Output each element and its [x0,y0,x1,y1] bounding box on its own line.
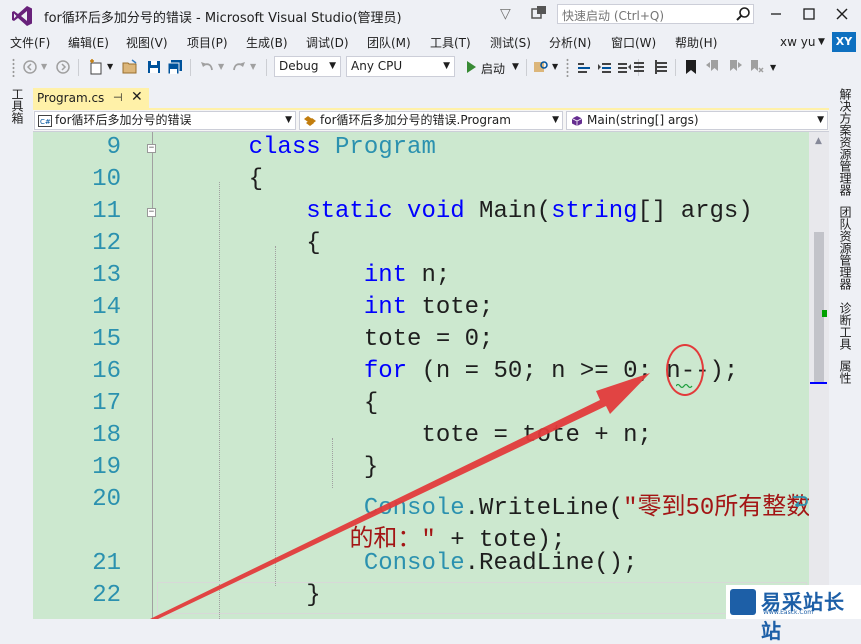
word-wrap-glyph-icon [793,496,808,507]
watermark-logo-icon [730,589,756,615]
watermark-subtext: Www.Easck.Com [763,609,814,616]
site-watermark: 易采站长站 Www.Easck.Com [726,585,861,643]
error-squiggle [676,383,693,389]
annotation-arrow-icon [150,373,650,619]
